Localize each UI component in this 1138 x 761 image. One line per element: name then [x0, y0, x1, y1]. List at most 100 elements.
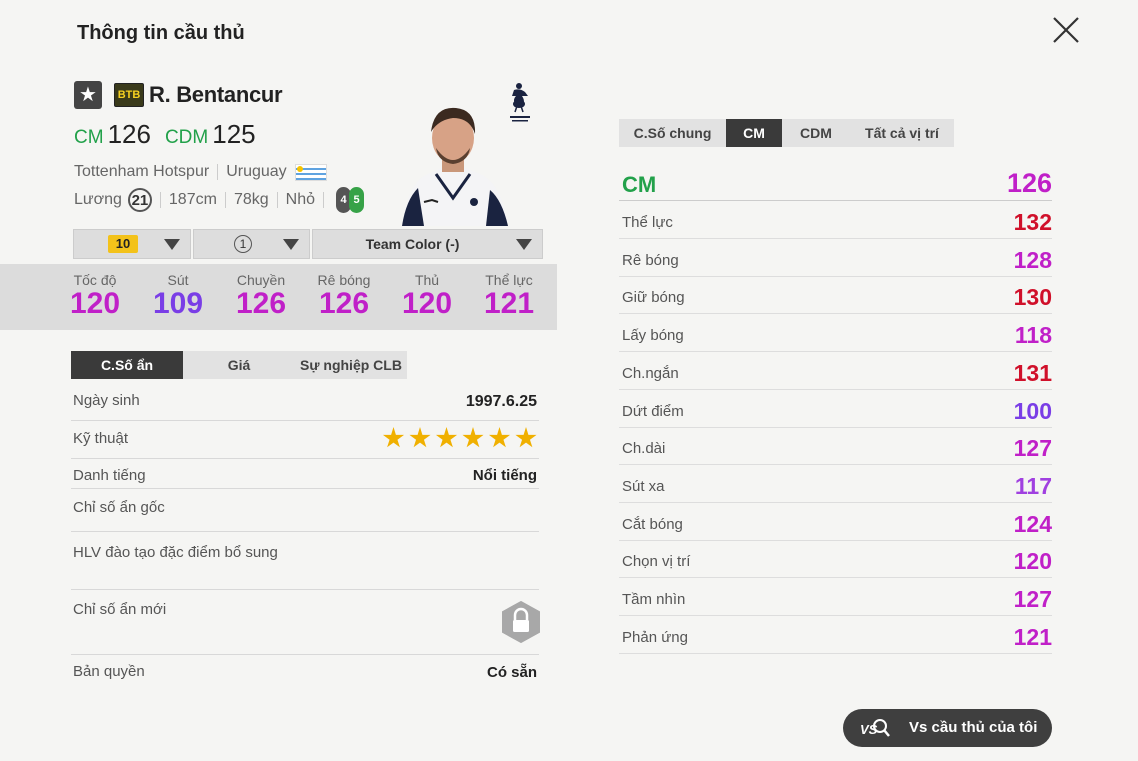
tab-cdm[interactable]: CDM	[782, 119, 850, 147]
detail-stat-value: 117	[1014, 472, 1052, 499]
detail-stat-name: Giữ bóng	[622, 289, 685, 307]
uruguay-flag-icon	[294, 163, 327, 181]
weight: 78kg	[233, 191, 269, 208]
team-color-value: Team Color (-)	[365, 236, 460, 252]
detail-stat-value: 127	[1013, 586, 1052, 612]
compare-my-player-button[interactable]: VS Vs cầu thủ của tôi	[843, 709, 1052, 747]
detail-stat-row: Sút xa 117	[619, 465, 1052, 503]
detail-stat-name: Sút xa	[622, 477, 665, 495]
chevron-down-icon	[164, 239, 180, 250]
tab-price[interactable]: Giá	[183, 351, 295, 379]
hidden-stats-row: Chỉ số ẩn gốc	[71, 489, 539, 532]
star-icon	[515, 427, 537, 448]
wage-label: Lương	[74, 191, 122, 208]
tab-club-career[interactable]: Sự nghiệp CLB	[295, 351, 407, 379]
fame-row: Danh tiếng Nổi tiếng	[71, 459, 539, 489]
team-color-count-dropdown[interactable]: 1	[193, 229, 310, 259]
tab-cm[interactable]: CM	[726, 119, 782, 147]
detail-stat-value: 132	[1013, 209, 1052, 235]
summary-stat: Thể lực 121	[483, 272, 535, 320]
window-title: Thông tin cầu thủ	[77, 22, 245, 44]
star-icon	[382, 427, 405, 448]
star-icon	[488, 427, 511, 448]
chevron-down-icon	[283, 239, 299, 250]
detail-stat-name: Phản ứng	[622, 628, 688, 646]
detail-stat-value: 128	[1013, 246, 1052, 273]
team-color-dropdown[interactable]: Team Color (-)	[312, 229, 543, 259]
vs-search-icon: VS	[860, 719, 890, 737]
detail-stat-name: Cắt bóng	[622, 515, 683, 533]
position-header-row: CM 126	[619, 166, 1052, 201]
detail-stat-name: Tầm nhìn	[622, 591, 686, 608]
summary-stats: Tốc độ 120 Sút 109 Chuyền 126 Rê bóng 126 Th…	[0, 264, 557, 330]
compare-button-label: Vs cầu thủ của tôi	[909, 719, 1038, 736]
player-name: R. Bentancur	[149, 82, 283, 107]
star-icon	[435, 427, 458, 448]
tab-hidden-stats[interactable]: C.Số ẩn	[71, 351, 183, 379]
summary-stat: Tốc độ 120	[69, 272, 121, 320]
fame-value: Nổi tiếng	[472, 467, 537, 484]
left-tabs: C.Số ẩn Giá Sự nghiệp CLB	[71, 351, 407, 379]
club-crest-icon	[510, 83, 530, 122]
club-nation-row: Tottenham Hotspur Uruguay	[74, 163, 327, 181]
player-photo	[402, 107, 508, 226]
detail-stat-row: Dứt điểm 100	[619, 390, 1052, 428]
season-badge: BTB	[114, 83, 144, 107]
detail-stat-value: 124	[1013, 510, 1052, 537]
detail-stat-value: 120	[1013, 548, 1052, 575]
position-ovr: 126	[107, 119, 151, 149]
detail-stat-name: Ch.ngắn	[622, 364, 679, 382]
skill-row: Kỹ thuật	[71, 421, 539, 459]
detail-stat-value: 131	[1013, 359, 1052, 386]
detail-stat-value: 118	[1014, 322, 1052, 349]
detail-stat-name: Dứt điểm	[622, 402, 684, 420]
strong-foot: 5	[349, 187, 364, 213]
body-type: Nhỏ	[285, 191, 315, 208]
fame-label: Danh tiếng	[73, 467, 146, 484]
detail-stat-name: Thể lực	[622, 214, 673, 231]
new-hidden-label: Chỉ số ẩn mới	[73, 601, 167, 618]
hidden-stats-label: Chỉ số ẩn gốc	[73, 499, 165, 516]
close-icon[interactable]	[1050, 14, 1082, 46]
detail-stat-name: Rê bóng	[622, 251, 679, 269]
detail-stat-row: Phản ứng 121	[619, 616, 1052, 654]
position-ratings: CM 126 CDM 125	[74, 119, 256, 150]
coach-row: HLV đào tạo đặc điểm bổ sung	[71, 532, 539, 590]
position-header-value: 126	[1006, 168, 1052, 198]
position-tabs: C.Số chung CM CDM Tất cả vị trí	[619, 119, 954, 147]
club-name: Tottenham Hotspur	[74, 163, 210, 180]
detail-stat-row: Rê bóng 128	[619, 239, 1052, 277]
physical-row: Lương 21 187cm 78kg Nhỏ 4 5	[74, 187, 364, 213]
summary-stat: Rê bóng 126	[317, 272, 371, 320]
team-color-count: 1	[234, 235, 252, 253]
position-label: CM	[74, 127, 104, 148]
position-header-name: CM	[622, 172, 657, 197]
enhance-level-dropdown[interactable]: 10	[73, 229, 191, 259]
detail-stat-row: Ch.ngắn 131	[619, 352, 1052, 390]
wage-badge: 21	[127, 188, 152, 212]
foot-icon: 4 5	[336, 187, 364, 213]
detail-stat-row: Chọn vị trí 120	[619, 540, 1052, 579]
detail-stat-row: Lấy bóng 118	[619, 314, 1052, 353]
detail-stat-row: Thể lực 132	[619, 201, 1052, 239]
detail-stat-value: 100	[1013, 397, 1052, 424]
summary-stat: Sút 109	[152, 272, 204, 320]
coach-label: HLV đào tạo đặc điểm bổ sung	[73, 544, 278, 561]
copyright-value: Có sẵn	[486, 664, 537, 681]
enhance-level-value: 10	[108, 235, 138, 253]
tab-all-positions[interactable]: Tất cả vị trí	[850, 119, 954, 147]
detail-stat-row: Ch.dài 127	[619, 427, 1052, 466]
summary-stat: Thủ 120	[401, 272, 453, 320]
detail-stat-row: Cắt bóng 124	[619, 503, 1052, 541]
detail-stat-name: Chọn vị trí	[622, 553, 691, 571]
detail-stat-value: 127	[1013, 435, 1052, 462]
new-hidden-row: Chỉ số ẩn mới	[71, 590, 539, 655]
copyright-row: Bản quyền Có sẵn	[71, 655, 539, 689]
birth-label: Ngày sinh	[73, 392, 140, 409]
tab-general[interactable]: C.Số chung	[619, 119, 726, 147]
detail-stat-row: Giữ bóng 130	[619, 276, 1052, 315]
favorite-star-button[interactable]: ★	[74, 81, 102, 109]
summary-stat: Chuyền 126	[235, 272, 287, 320]
height: 187cm	[168, 191, 217, 208]
detail-stat-value: 121	[1013, 623, 1052, 650]
